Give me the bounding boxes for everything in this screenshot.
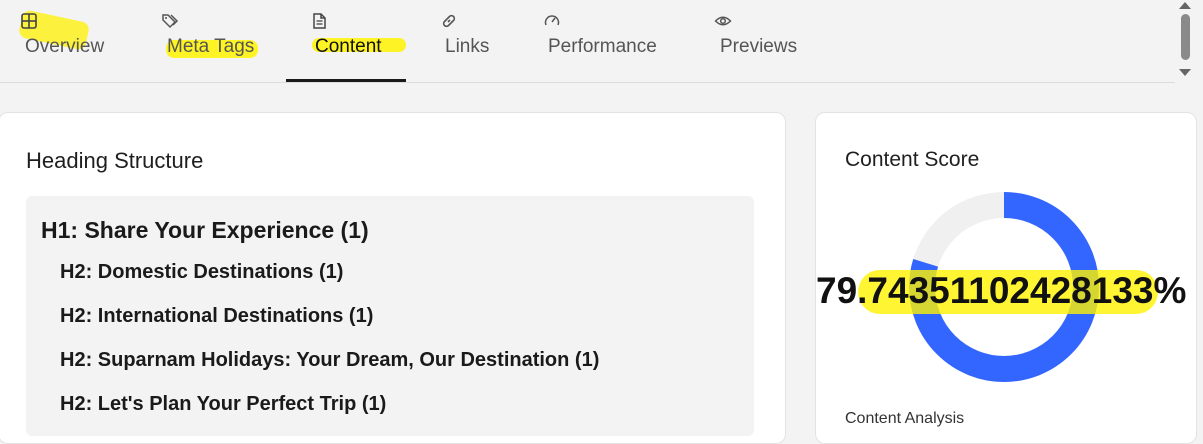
gauge-icon <box>544 15 560 26</box>
document-icon <box>313 13 326 29</box>
eye-icon <box>714 16 732 26</box>
scroll-thumb[interactable] <box>1181 14 1190 60</box>
heading-item-h2: H2: Let's Plan Your Perfect Trip (1) <box>60 393 387 415</box>
link-icon <box>442 14 456 28</box>
tab-previews[interactable]: Previews <box>690 0 830 82</box>
grid-icon <box>21 13 37 29</box>
tab-meta-tags-label: Meta Tags <box>167 36 255 57</box>
tab-performance[interactable]: Performance <box>520 0 690 82</box>
tab-previews-label: Previews <box>720 36 798 57</box>
heading-item-h2: H2: Suparnam Holidays: Your Dream, Our D… <box>60 349 600 371</box>
tab-performance-label: Performance <box>548 36 657 57</box>
scroll-up-arrow[interactable] <box>1179 2 1191 9</box>
tab-bar: Overview Meta Tags Content Links Perform… <box>0 0 1175 83</box>
tab-overview-label: Overview <box>25 36 105 57</box>
scroll-down-arrow[interactable] <box>1179 69 1191 76</box>
heading-item-h2: H2: International Destinations (1) <box>60 305 374 327</box>
tab-content[interactable]: Content <box>286 0 406 82</box>
tab-links-label: Links <box>445 36 490 57</box>
tab-content-label: Content <box>315 36 382 57</box>
content-score-title: Content Score <box>845 148 980 171</box>
heading-item-h2: H2: Domestic Destinations (1) <box>60 261 344 283</box>
content-analysis-label: Content Analysis <box>845 410 965 427</box>
heading-structure-title: Heading Structure <box>26 148 204 173</box>
tags-icon <box>162 14 179 29</box>
active-tab-indicator <box>286 79 406 82</box>
tab-links[interactable]: Links <box>406 0 520 82</box>
tab-overview[interactable]: Overview <box>0 0 140 82</box>
content-score-value: 79.74351102428133% <box>816 270 1187 311</box>
heading-item-h1: H1: Share Your Experience (1) <box>41 217 369 243</box>
tab-meta-tags[interactable]: Meta Tags <box>140 0 286 82</box>
